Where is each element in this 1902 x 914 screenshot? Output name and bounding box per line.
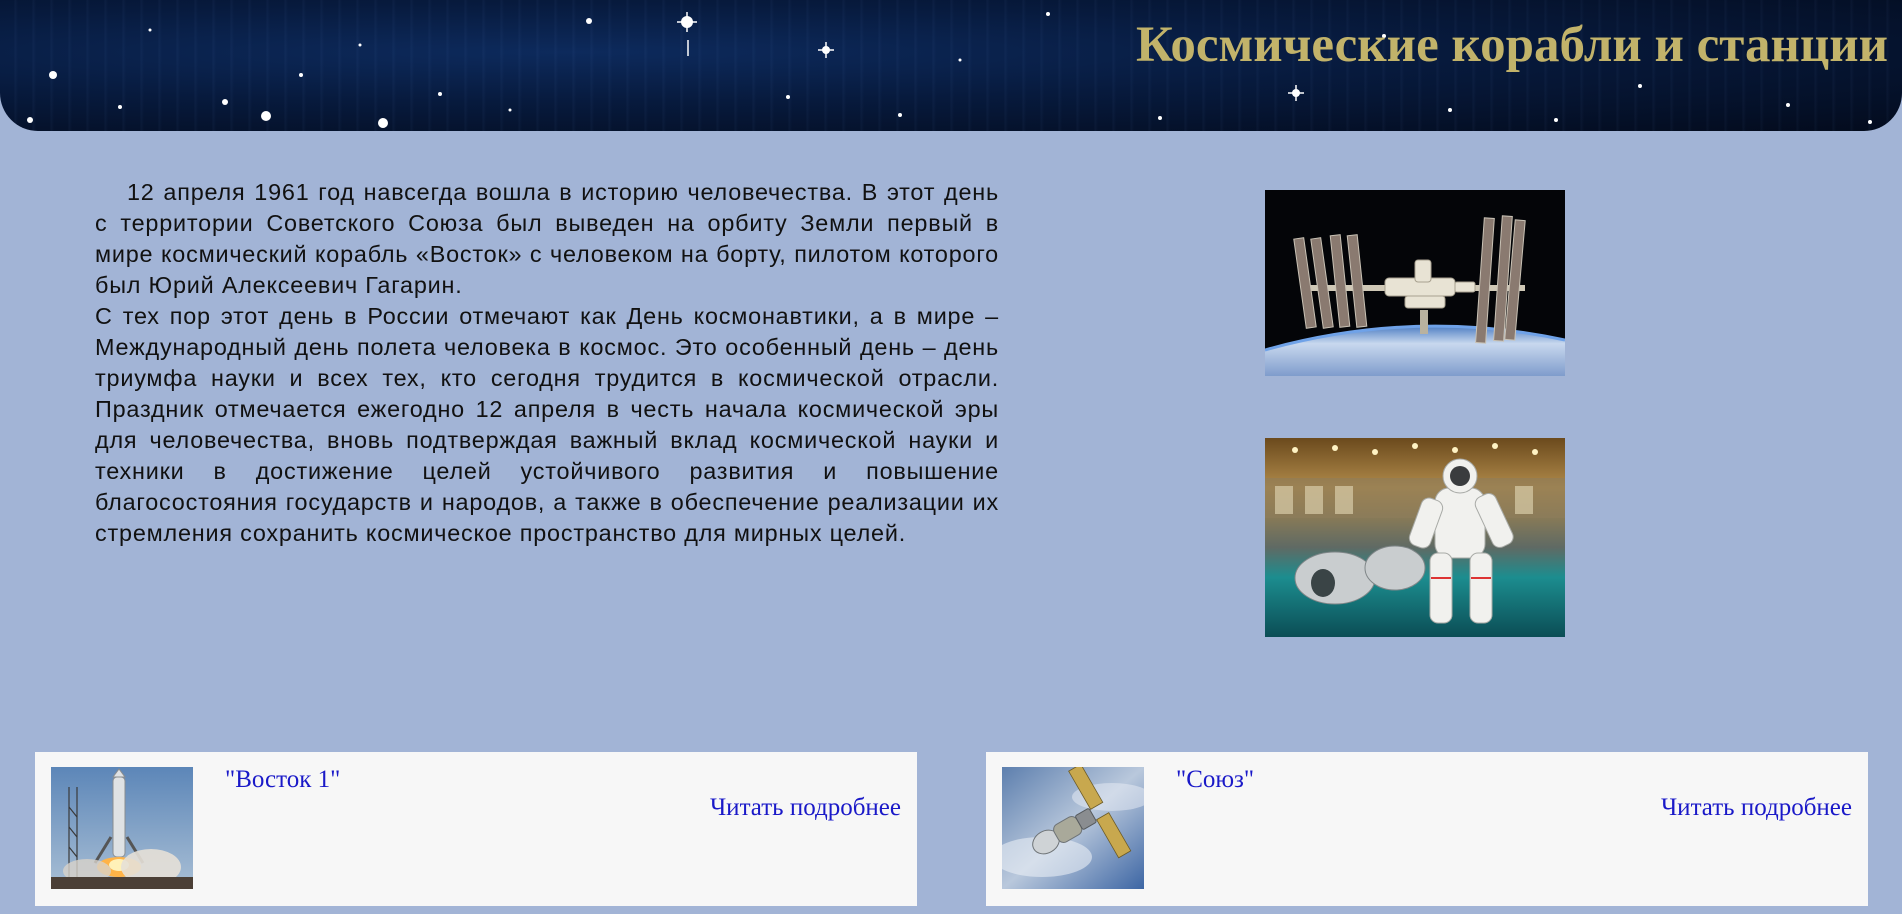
vostok-thumbnail [51,767,193,889]
card-title: "Союз" [1176,766,1255,793]
card-soyuz: "Союз" Читать подробнее [986,752,1868,906]
card-title: "Восток 1" [225,766,341,793]
iss-photo [1265,190,1565,376]
card-vostok: "Восток 1" Читать подробнее [35,752,917,906]
site-header: Космические корабли и станции [0,0,1902,131]
astronaut-training-photo [1265,438,1565,637]
read-more-link[interactable]: Читать подробнее [710,794,901,822]
page-title: Космические корабли и станции [1135,17,1888,73]
intro-paragraph-1: 12 апреля 1961 год навсегда вошла в исто… [95,179,999,298]
read-more-link[interactable]: Читать подробнее [1661,794,1852,822]
soyuz-thumbnail [1002,767,1144,889]
intro-text: 12 апреля 1961 год навсегда вошла в исто… [95,177,999,549]
intro-paragraph-2: С тех пор этот день в России отмечают ка… [95,303,999,546]
